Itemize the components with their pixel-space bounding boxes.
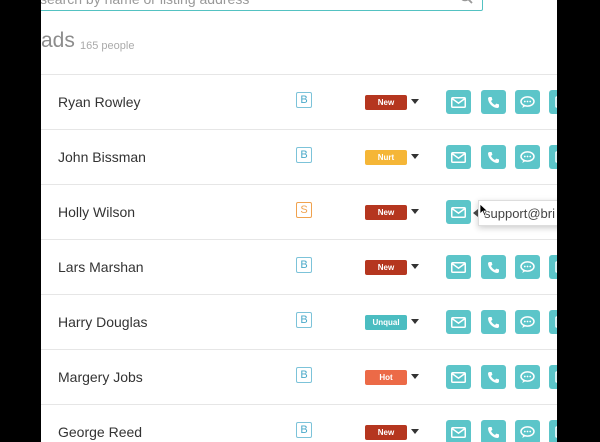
lead-row[interactable]: John Bissman B Nurt [41, 129, 557, 184]
more-button[interactable] [549, 145, 557, 169]
phone-button[interactable] [481, 365, 506, 389]
more-button[interactable] [549, 255, 557, 279]
status-dropdown-icon[interactable] [411, 154, 419, 159]
email-icon [451, 96, 466, 108]
chat-button[interactable] [515, 365, 540, 389]
lead-type-badge: B [296, 147, 312, 163]
lead-name[interactable]: John Bissman [58, 149, 146, 165]
tooltip-text: support@bri [484, 206, 556, 221]
leads-page: ads 165 people Ryan Rowley B New John Bissm… [41, 0, 557, 442]
email-icon [451, 426, 466, 438]
more-button[interactable] [549, 365, 557, 389]
more-icon [554, 371, 557, 383]
mouse-cursor-icon [479, 203, 489, 217]
more-icon [554, 151, 557, 163]
chat-icon [520, 315, 535, 329]
email-icon [451, 151, 466, 163]
lead-type-badge: B [296, 92, 312, 108]
status-dropdown-icon[interactable] [411, 264, 419, 269]
email-icon [451, 316, 466, 328]
chat-button[interactable] [515, 310, 540, 334]
chat-button[interactable] [515, 90, 540, 114]
email-button[interactable] [446, 420, 471, 442]
people-count: 165 people [80, 40, 135, 52]
lead-name[interactable]: George Reed [58, 424, 142, 440]
status-badge[interactable]: Nurt [365, 150, 407, 165]
email-icon [451, 206, 466, 218]
email-icon [451, 261, 466, 273]
chat-icon [520, 370, 535, 384]
more-icon [554, 96, 557, 108]
phone-button[interactable] [481, 420, 506, 442]
chat-button[interactable] [515, 145, 540, 169]
lead-row[interactable]: Ryan Rowley B New [41, 74, 557, 129]
more-button[interactable] [549, 420, 557, 442]
phone-icon [487, 426, 500, 439]
status-dropdown-icon[interactable] [411, 209, 419, 214]
more-button[interactable] [549, 310, 557, 334]
more-icon [554, 261, 557, 273]
status-badge[interactable]: Unqual [365, 315, 407, 330]
phone-button[interactable] [481, 310, 506, 334]
email-button[interactable] [446, 200, 471, 224]
lead-row[interactable]: Lars Marshan B New [41, 239, 557, 294]
lead-row[interactable]: George Reed B New [41, 404, 557, 442]
lead-type-badge: B [296, 422, 312, 438]
phone-button[interactable] [481, 255, 506, 279]
tooltip-arrow [473, 209, 478, 217]
search-icon[interactable] [459, 0, 473, 4]
chat-icon [520, 425, 535, 439]
email-button[interactable] [446, 365, 471, 389]
status-badge[interactable]: New [365, 95, 407, 110]
more-icon [554, 426, 557, 438]
status-badge[interactable]: New [365, 205, 407, 220]
lead-name[interactable]: Harry Douglas [58, 314, 147, 330]
lead-type-badge: B [296, 367, 312, 383]
chat-icon [520, 95, 535, 109]
phone-icon [487, 371, 500, 384]
lead-type-badge: B [296, 312, 312, 328]
email-button[interactable] [446, 310, 471, 334]
page-title: ads [41, 29, 75, 52]
search-bar[interactable] [41, 0, 483, 11]
lead-type-badge: S [296, 202, 312, 218]
email-button[interactable] [446, 255, 471, 279]
search-input[interactable] [41, 0, 440, 7]
status-dropdown-icon[interactable] [411, 319, 419, 324]
lead-row[interactable]: Harry Douglas B Unqual [41, 294, 557, 349]
lead-name[interactable]: Margery Jobs [58, 369, 143, 385]
status-dropdown-icon[interactable] [411, 429, 419, 434]
more-button[interactable] [549, 90, 557, 114]
lead-type-badge: B [296, 257, 312, 273]
email-tooltip: support@bri [478, 200, 557, 226]
lead-name[interactable]: Ryan Rowley [58, 94, 140, 110]
chat-button[interactable] [515, 420, 540, 442]
status-badge[interactable]: New [365, 260, 407, 275]
more-icon [554, 316, 557, 328]
email-button[interactable] [446, 90, 471, 114]
phone-icon [487, 151, 500, 164]
leads-list: Ryan Rowley B New John Bissman B Nurt Holly Wi… [41, 74, 557, 442]
lead-row[interactable]: Margery Jobs B Hot [41, 349, 557, 404]
status-dropdown-icon[interactable] [411, 374, 419, 379]
phone-icon [487, 261, 500, 274]
lead-name[interactable]: Lars Marshan [58, 259, 144, 275]
email-icon [451, 371, 466, 383]
chat-icon [520, 150, 535, 164]
chat-button[interactable] [515, 255, 540, 279]
status-badge[interactable]: New [365, 425, 407, 440]
chat-icon [520, 260, 535, 274]
phone-button[interactable] [481, 145, 506, 169]
status-badge[interactable]: Hot [365, 370, 407, 385]
status-dropdown-icon[interactable] [411, 99, 419, 104]
phone-button[interactable] [481, 90, 506, 114]
email-button[interactable] [446, 145, 471, 169]
phone-icon [487, 316, 500, 329]
lead-name[interactable]: Holly Wilson [58, 204, 135, 220]
phone-icon [487, 96, 500, 109]
